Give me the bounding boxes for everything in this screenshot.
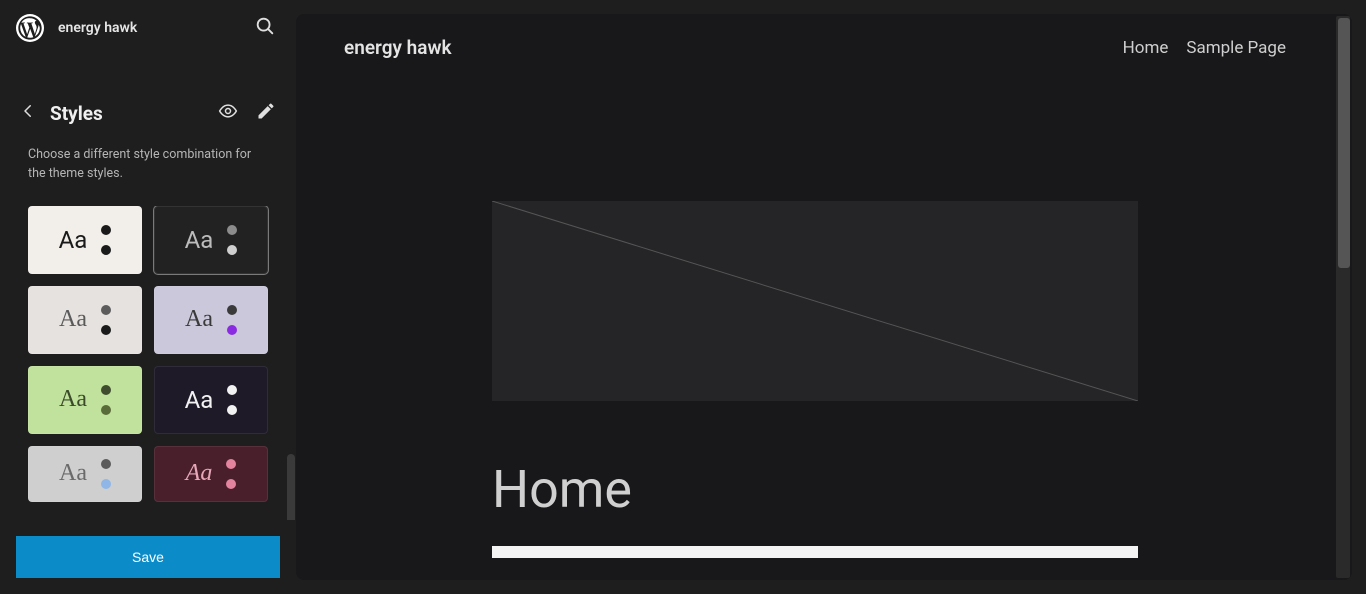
color-dot-icon [101,459,111,469]
wordpress-logo-icon[interactable] [16,14,44,42]
search-icon [254,15,276,41]
style-color-dots [227,225,237,255]
preview-nav-link-sample-page[interactable]: Sample Page [1186,38,1286,58]
style-sample-text: Aa [185,386,214,414]
sidebar-site-name[interactable]: energy hawk [58,20,250,36]
eye-icon [218,101,238,125]
pencil-icon [256,101,276,125]
preview-nav: Home Sample Page [1123,38,1286,58]
edit-styles-button[interactable] [252,99,280,127]
site-preview-frame: energy hawk Home Sample Page Home [296,14,1352,580]
style-variation-card[interactable]: Aa [154,206,268,274]
color-dot-icon [226,459,236,469]
style-sample-text: Aa [59,306,87,333]
sidebar-scrollbar-thumb[interactable] [287,454,295,520]
color-dot-icon [227,325,237,335]
color-dot-icon [227,245,237,255]
style-color-dots [227,385,237,415]
color-dot-icon [101,479,111,489]
preview-header: energy hawk Home Sample Page [344,36,1286,59]
style-sample-text: Aa [185,226,214,254]
style-sample-text: Aa [59,460,87,487]
sidebar-topbar: energy hawk [0,0,296,55]
preview-page-title[interactable]: Home [492,459,1138,520]
styles-panel-actions [214,99,280,127]
style-sample-text: Aa [186,460,213,487]
style-color-dots [227,305,237,335]
style-variation-card[interactable]: Aa [154,366,268,434]
color-dot-icon [101,385,111,395]
color-dot-icon [227,305,237,315]
style-variation-card[interactable]: Aa [28,286,142,354]
style-variation-card[interactable]: Aa [28,446,142,502]
preview-site-title[interactable]: energy hawk [344,36,452,59]
color-dot-icon [101,225,111,235]
color-dot-icon [226,479,236,489]
site-preview[interactable]: energy hawk Home Sample Page Home [296,14,1352,580]
styles-panel-header: Styles [0,99,296,127]
stylebook-toggle-button[interactable] [214,99,242,127]
preview-content-block[interactable] [492,546,1138,558]
style-sample-text: Aa [185,306,213,333]
preview-scrollbar-thumb[interactable] [1338,18,1350,268]
back-button[interactable] [16,101,40,125]
style-color-dots [101,385,111,415]
style-color-dots [101,225,111,255]
style-variation-card[interactable]: Aa [154,286,268,354]
color-dot-icon [227,385,237,395]
style-variation-card[interactable]: Aa [154,446,268,502]
featured-image-placeholder[interactable] [492,201,1138,401]
style-variation-card[interactable]: Aa [28,366,142,434]
color-dot-icon [227,225,237,235]
chevron-left-icon [19,102,37,124]
style-color-dots [101,305,111,335]
style-variations-list: Aa Aa Aa Aa [0,206,296,520]
search-button[interactable] [250,13,280,43]
color-dot-icon [101,305,111,315]
color-dot-icon [101,325,111,335]
color-dot-icon [101,405,111,415]
styles-panel-description: Choose a different style combination for… [0,145,296,184]
save-button[interactable]: Save [16,536,280,578]
style-color-dots [226,459,236,489]
save-bar: Save [0,520,296,594]
color-dot-icon [101,245,111,255]
color-dot-icon [227,405,237,415]
editor-sidebar: energy hawk Styles [0,0,296,594]
style-sample-text: Aa [59,226,88,254]
style-variation-card[interactable]: Aa [28,206,142,274]
preview-nav-link-home[interactable]: Home [1123,38,1169,58]
style-color-dots [101,459,111,489]
styles-panel-title: Styles [50,102,214,125]
style-sample-text: Aa [59,386,87,413]
